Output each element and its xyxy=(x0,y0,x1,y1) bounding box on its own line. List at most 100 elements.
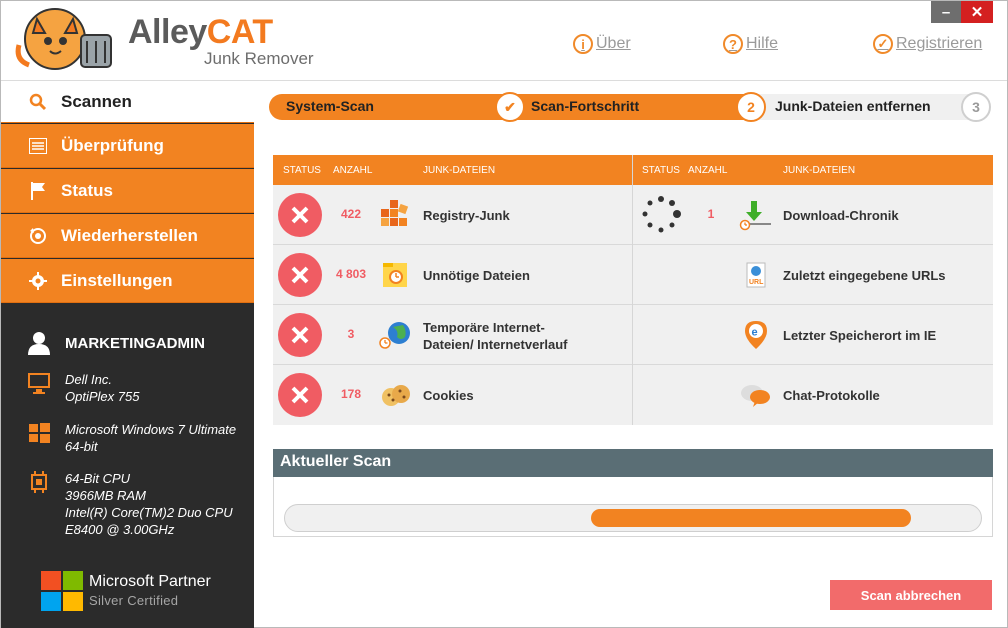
search-icon xyxy=(28,92,48,112)
register-link[interactable]: ✓ Registrieren xyxy=(873,34,982,54)
header-files-left: JUNK-DATEIEN xyxy=(423,165,496,176)
progress-steps: System-Scan ✔ Scan-Fortschritt 2 Junk-Da… xyxy=(269,92,995,122)
app-title: AlleyCAT xyxy=(128,13,273,52)
microsoft-logo-icon xyxy=(41,571,83,611)
table-row: 178 Cookies Chat-Protokolle xyxy=(273,365,993,425)
scan-progress-track xyxy=(284,504,982,532)
register-label: Registrieren xyxy=(896,35,983,52)
sidebar: Scannen Überprüfung Status Wiederherstel… xyxy=(1,81,254,628)
junk-label: Registry-Junk xyxy=(423,208,510,223)
junk-label: Download-Chronik xyxy=(783,208,899,223)
current-scan-title: Aktueller Scan xyxy=(273,449,993,477)
table-row: 422 Registry-Junk 1 Download-Chronik xyxy=(273,185,993,245)
svg-text:URL: URL xyxy=(749,279,764,286)
os-info: Microsoft Windows 7 Ultimate 64-bit xyxy=(27,421,236,455)
junk-count: 1 xyxy=(707,207,715,221)
scan-progress-fill xyxy=(591,509,912,527)
minimize-button[interactable]: – xyxy=(931,1,961,23)
step-number-2: 2 xyxy=(736,92,766,122)
junk-count: 4 803 xyxy=(335,267,367,281)
header: AlleyCAT Junk Remover i Über ? Hilfe ✓ R… xyxy=(1,1,1007,81)
registry-icon xyxy=(381,200,409,226)
sidebar-item-label: Wiederherstellen xyxy=(61,225,198,245)
column-divider xyxy=(632,155,633,425)
close-button[interactable]: ✕ xyxy=(961,1,993,23)
globe-clock-icon xyxy=(379,322,410,349)
about-label: Über xyxy=(596,35,631,52)
device-vendor: Dell Inc. xyxy=(65,372,112,387)
hardware-info: 64-Bit CPU 3966MB RAM Intel(R) Core(TM)2… xyxy=(27,470,233,538)
header-status-left: STATUS xyxy=(283,165,321,176)
cpu-speed: E8400 @ 3.00GHz xyxy=(65,522,175,537)
partner-level: Silver Certified xyxy=(89,593,179,608)
list-icon xyxy=(28,136,48,156)
cookie-icon xyxy=(382,385,410,406)
step-scan-progress: Scan-Fortschritt xyxy=(531,98,640,114)
help-icon: ? xyxy=(723,34,743,54)
sidebar-item-restore[interactable]: Wiederherstellen xyxy=(1,214,254,258)
svg-text:e: e xyxy=(752,327,758,339)
junk-label: Cookies xyxy=(423,388,474,403)
error-status-icon xyxy=(278,373,322,417)
monitor-icon xyxy=(28,373,50,394)
junk-label: Temporäre Internet- Dateien/ Internetverl… xyxy=(423,319,568,353)
error-status-icon xyxy=(278,193,322,237)
junk-label: Unnötige Dateien xyxy=(423,268,530,283)
step-check-icon: ✔ xyxy=(495,92,525,122)
username: MARKETINGADMIN xyxy=(65,334,205,352)
junk-count: 422 xyxy=(340,207,362,221)
junk-label-line2: Dateien/ Internetverlauf xyxy=(423,337,568,352)
sidebar-item-label: Überprüfung xyxy=(61,135,164,155)
header-count-left: ANZAHL xyxy=(333,165,373,176)
ram-size: 3966MB RAM xyxy=(65,488,146,503)
restore-icon xyxy=(28,226,48,246)
sidebar-item-label: Einstellungen xyxy=(61,270,173,290)
junk-label: Letzter Speicherort im IE xyxy=(783,328,937,343)
step-remove-junk: Junk-Dateien entfernen xyxy=(775,98,931,114)
table-row: 4 803 Unnötige Dateien URL Zuletzt einge… xyxy=(273,245,993,305)
app-window: AlleyCAT Junk Remover i Über ? Hilfe ✓ R… xyxy=(0,0,1008,628)
flag-icon xyxy=(28,181,48,201)
ie-location-icon: e xyxy=(745,321,767,349)
loading-spinner-icon xyxy=(642,196,681,233)
app-subtitle: Junk Remover xyxy=(204,49,314,68)
brand-cat: CAT xyxy=(206,13,273,51)
partner-title: Microsoft Partner xyxy=(89,573,211,590)
junk-label: Zuletzt eingegebene URLs xyxy=(783,268,946,283)
help-link[interactable]: ? Hilfe xyxy=(723,34,778,54)
sidebar-item-scan[interactable]: Scannen xyxy=(1,81,254,123)
junk-label: Chat-Protokolle xyxy=(783,388,880,403)
sidebar-item-review[interactable]: Überprüfung xyxy=(1,124,254,168)
junk-count: 3 xyxy=(347,327,355,341)
sidebar-item-label: Scannen xyxy=(61,91,132,111)
about-link[interactable]: i Über xyxy=(573,34,631,54)
junk-count: 178 xyxy=(340,387,362,401)
junk-label-line1: Temporäre Internet- xyxy=(423,320,545,335)
header-status-right: STATUS xyxy=(642,165,680,176)
download-icon xyxy=(739,201,771,231)
chat-icon xyxy=(741,385,770,407)
error-status-icon xyxy=(278,313,322,357)
url-icon: URL xyxy=(746,262,766,288)
info-icon: i xyxy=(573,34,593,54)
current-scan-panel xyxy=(273,477,993,537)
os-arch: 64-bit xyxy=(65,439,98,454)
cpu-type: 64-Bit CPU xyxy=(65,471,131,486)
step-number-3: 3 xyxy=(961,92,991,122)
abort-scan-button[interactable]: Scan abbrechen xyxy=(830,580,992,610)
table-header: STATUS ANZAHL JUNK-DATEIEN STATUS ANZAHL… xyxy=(273,155,993,185)
user-info: MARKETINGADMIN xyxy=(27,331,205,355)
cpu-icon xyxy=(31,471,47,493)
header-count-right: ANZAHL xyxy=(688,165,728,176)
table-row: 3 Temporäre Internet- Dateien/ Internetve… xyxy=(273,305,993,365)
device-info: Dell Inc. OptiPlex 755 xyxy=(27,371,139,405)
windows-icon xyxy=(29,423,50,443)
gear-icon xyxy=(28,271,48,291)
os-name: Microsoft Windows 7 Ultimate xyxy=(65,422,237,437)
sidebar-item-status[interactable]: Status xyxy=(1,169,254,213)
brand-alley: Alley xyxy=(128,13,207,51)
junk-table: STATUS ANZAHL JUNK-DATEIEN STATUS ANZAHL… xyxy=(273,155,993,425)
device-model: OptiPlex 755 xyxy=(65,389,140,404)
cpu-model: Intel(R) Core(TM)2 Duo CPU xyxy=(65,505,233,520)
sidebar-item-settings[interactable]: Einstellungen xyxy=(1,259,254,303)
